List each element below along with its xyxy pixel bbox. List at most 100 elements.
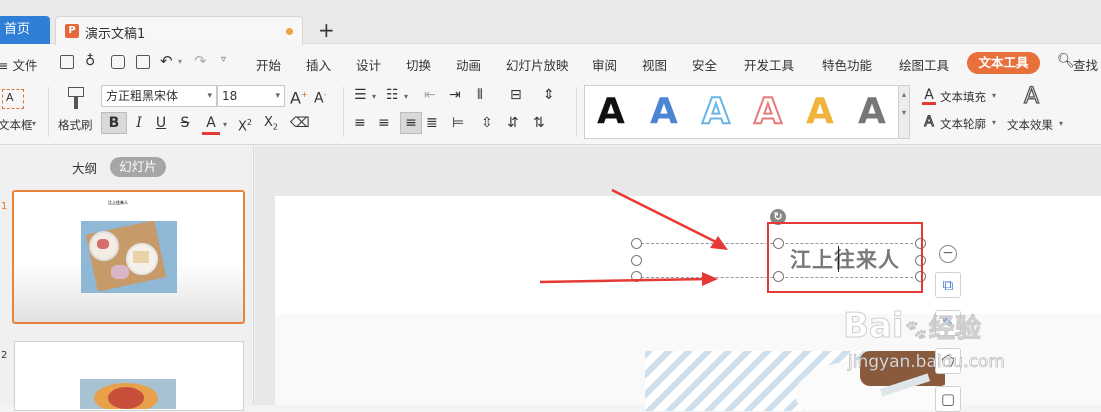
align-text-icon[interactable]: ⊟ (510, 85, 522, 105)
paw-icon: 🐾︎ (903, 318, 929, 342)
align-left-icon[interactable]: ≡ (354, 113, 366, 133)
menu-features[interactable]: 特色功能 (822, 55, 872, 74)
menu-security[interactable]: 安全 (692, 55, 717, 74)
menu-animation[interactable]: 动画 (456, 55, 481, 74)
tab-outline[interactable]: 大纲 (72, 158, 97, 177)
font-size-value: 18 (222, 89, 238, 103)
menu-transition[interactable]: 切换 (406, 55, 431, 74)
watermark-brand: Bai (843, 306, 905, 347)
text-style-black[interactable]: A (597, 90, 625, 134)
tab-slides[interactable]: 幻灯片 (110, 157, 166, 177)
superscript-button[interactable]: X2 (238, 113, 252, 137)
chevron-down-icon[interactable]: ▾ (992, 91, 996, 100)
text-direction-icon[interactable]: ⫴ (477, 85, 483, 105)
new-tab-button[interactable]: + (318, 18, 335, 42)
chevron-down-icon[interactable]: ▾ (223, 115, 227, 135)
strikethrough-button[interactable]: S (176, 113, 194, 133)
bullet-list-icon[interactable]: ☰ (354, 85, 367, 105)
numbered-list-icon[interactable]: ☷ (386, 85, 399, 105)
more-spacing-icon[interactable]: ⇅ (533, 113, 545, 133)
font-name-value: 方正粗黑宋体 (106, 89, 179, 103)
format-painter-icon[interactable] (66, 87, 86, 111)
chevron-down-icon[interactable]: ▾ (992, 118, 996, 127)
chevron-down-icon: ▾ (207, 91, 212, 101)
undo-format-icon[interactable]: ♁ (85, 53, 95, 69)
align-center-icon[interactable]: ≡ (378, 113, 390, 133)
thumbnail-title: 江上往来人 (108, 200, 128, 205)
text-outline-label[interactable]: 文本轮廓 (940, 116, 986, 132)
text-fill-label[interactable]: 文本填充 (940, 89, 986, 105)
textbox-label[interactable]: 文本框 (0, 117, 33, 133)
menu-developer[interactable]: 开发工具 (744, 55, 794, 74)
text-effect-label[interactable]: 文本效果 (1007, 117, 1053, 133)
subscript-button[interactable]: X2 (264, 113, 278, 138)
highlight-box (767, 222, 923, 293)
file-menu[interactable]: ≡ 文件 (0, 55, 37, 74)
text-style-gallery[interactable]: A A A A A A (584, 85, 910, 139)
slide-thumbnail-1[interactable]: 江上往来人 (12, 190, 245, 324)
menu-view[interactable]: 视图 (642, 55, 667, 74)
menu-review[interactable]: 审阅 (592, 55, 617, 74)
text-fill-icon[interactable]: A (922, 85, 936, 105)
font-name-select[interactable]: 方正粗黑宋体 ▾ (101, 85, 217, 107)
outline-icon[interactable]: ▢ (935, 386, 961, 412)
text-outline-icon[interactable]: A (922, 112, 936, 132)
separator (576, 87, 577, 137)
increase-indent-icon[interactable]: ⇥ (449, 85, 461, 105)
chevron-down-icon[interactable]: ▾ (404, 87, 408, 107)
chevron-down-icon: ▾ (275, 91, 280, 101)
decrease-indent-icon[interactable]: ⇤ (424, 85, 436, 105)
layers-icon[interactable]: ⧉ (935, 272, 961, 298)
text-style-light-blue-outline[interactable]: A (701, 90, 731, 134)
menu-drawing-tools[interactable]: 绘图工具 (899, 55, 949, 74)
textbox-dropdown-icon[interactable]: ▾ (32, 119, 36, 128)
customize-dropdown-icon[interactable]: ▿ (221, 54, 226, 65)
slide-number: 1 (1, 201, 8, 212)
justify-icon[interactable]: ≣ (426, 113, 438, 133)
tab-home[interactable]: 首页 (0, 16, 50, 44)
underline-button[interactable]: U (152, 113, 170, 133)
text-style-gold[interactable]: A (806, 90, 834, 134)
text-effect-icon[interactable]: A (1023, 85, 1039, 108)
collapse-icon[interactable]: − (939, 245, 957, 263)
textbox-icon[interactable]: A (2, 89, 24, 109)
decrease-font-icon[interactable]: A- (314, 85, 326, 109)
ribbon-toolbar: A 文本框 ▾ 格式刷 方正粗黑宋体 ▾ 18 ▾ A+ A- B I U S … (0, 81, 1101, 145)
print-icon[interactable] (111, 55, 125, 69)
menu-design[interactable]: 设计 (356, 55, 381, 74)
redo-icon[interactable]: ↷ (194, 52, 207, 70)
undo-icon[interactable]: ↶ (160, 52, 173, 70)
smart-convert-icon[interactable]: ⇕ (543, 85, 555, 105)
unsaved-dot-icon (286, 28, 293, 35)
tab-document-label: 演示文稿1 (85, 27, 146, 42)
text-style-gray[interactable]: A (858, 90, 886, 134)
save-icon[interactable] (60, 55, 74, 69)
search-label[interactable]: 查找 (1073, 55, 1098, 74)
menu-start[interactable]: 开始 (256, 55, 281, 74)
menu-text-tools[interactable]: 文本工具 (967, 52, 1040, 74)
paragraph-spacing-icon[interactable]: ⇵ (507, 113, 519, 133)
line-spacing-icon[interactable]: ⇳ (481, 113, 493, 133)
align-right-icon[interactable]: ≡ (400, 112, 422, 134)
menu-slideshow[interactable]: 幻灯片放映 (506, 55, 569, 74)
format-painter-label[interactable]: 格式刷 (58, 117, 93, 133)
bold-button[interactable]: B (101, 112, 127, 134)
text-style-red-outline[interactable]: A (753, 90, 783, 134)
font-color-button[interactable]: A (202, 113, 220, 135)
text-style-blue[interactable]: A (650, 90, 678, 134)
print-preview-icon[interactable] (136, 55, 150, 69)
presentation-icon: P (65, 24, 79, 38)
clear-format-icon[interactable]: ⌫ (290, 113, 310, 133)
increase-font-icon[interactable]: A+ (290, 85, 308, 108)
separator (48, 87, 49, 137)
tab-document[interactable]: P 演示文稿1 (55, 16, 303, 45)
undo-dropdown-icon[interactable]: ▾ (178, 57, 182, 66)
chevron-down-icon[interactable]: ▾ (372, 87, 376, 107)
gallery-scroll[interactable]: ▴ ▾ (898, 85, 910, 139)
menu-insert[interactable]: 插入 (306, 55, 331, 74)
slide-thumbnail-2[interactable] (14, 341, 244, 411)
chevron-down-icon[interactable]: ▾ (1059, 119, 1063, 128)
font-size-select[interactable]: 18 ▾ (217, 85, 285, 107)
italic-button[interactable]: I (130, 113, 148, 133)
distributed-icon[interactable]: ⊨ (452, 113, 464, 133)
